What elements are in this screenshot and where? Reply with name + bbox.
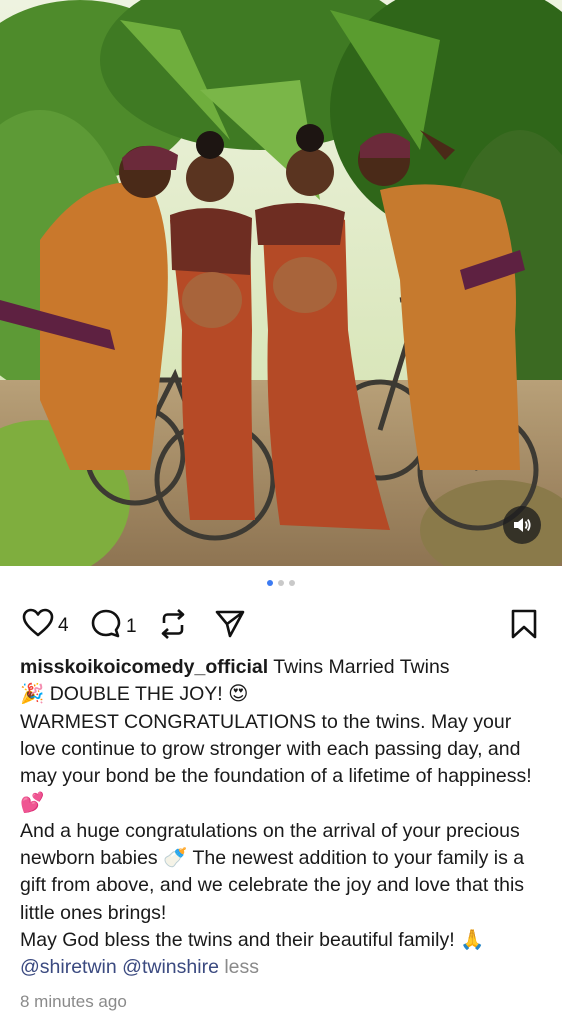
caption-title: Twins Married Twins bbox=[273, 656, 450, 678]
repost-button[interactable] bbox=[158, 608, 188, 645]
bookmark-icon bbox=[510, 608, 538, 645]
mention-link[interactable]: @twinshire bbox=[122, 956, 219, 978]
caption-line-1: 🎉 DOUBLE THE JOY! 😍 bbox=[20, 683, 249, 706]
caption-paragraph-2: And a huge congratulations on the arriva… bbox=[20, 819, 525, 924]
less-toggle[interactable]: less bbox=[224, 956, 259, 978]
carousel-dot bbox=[289, 580, 295, 586]
send-icon bbox=[214, 608, 246, 645]
like-button[interactable]: 4 bbox=[22, 608, 69, 643]
carousel-dot bbox=[278, 580, 284, 586]
action-bar: 4 1 bbox=[0, 604, 562, 644]
like-count: 4 bbox=[58, 614, 69, 636]
mention-link[interactable]: @shiretwin bbox=[20, 956, 117, 978]
heart-icon bbox=[22, 608, 54, 643]
speaker-icon bbox=[512, 516, 532, 534]
sound-toggle-button[interactable] bbox=[503, 506, 541, 544]
save-button[interactable] bbox=[510, 608, 538, 645]
share-button[interactable] bbox=[214, 608, 246, 645]
carousel-dot-active bbox=[267, 580, 273, 586]
comment-count: 1 bbox=[126, 615, 137, 637]
post-timestamp: 8 minutes ago bbox=[20, 992, 127, 1011]
comment-bubble-icon bbox=[90, 608, 122, 645]
post-photo[interactable] bbox=[0, 0, 562, 566]
carousel-indicator bbox=[0, 580, 562, 586]
caption-paragraph-1: WARMEST CONGRATULATIONS to the twins. Ma… bbox=[20, 710, 532, 815]
repost-icon bbox=[158, 608, 188, 645]
comment-button[interactable]: 1 bbox=[90, 608, 137, 645]
post-caption: misskoikoicomedy_official Twins Married … bbox=[20, 654, 545, 982]
caption-username[interactable]: misskoikoicomedy_official bbox=[20, 656, 268, 678]
caption-paragraph-3: May God bless the twins and their beauti… bbox=[20, 928, 485, 951]
